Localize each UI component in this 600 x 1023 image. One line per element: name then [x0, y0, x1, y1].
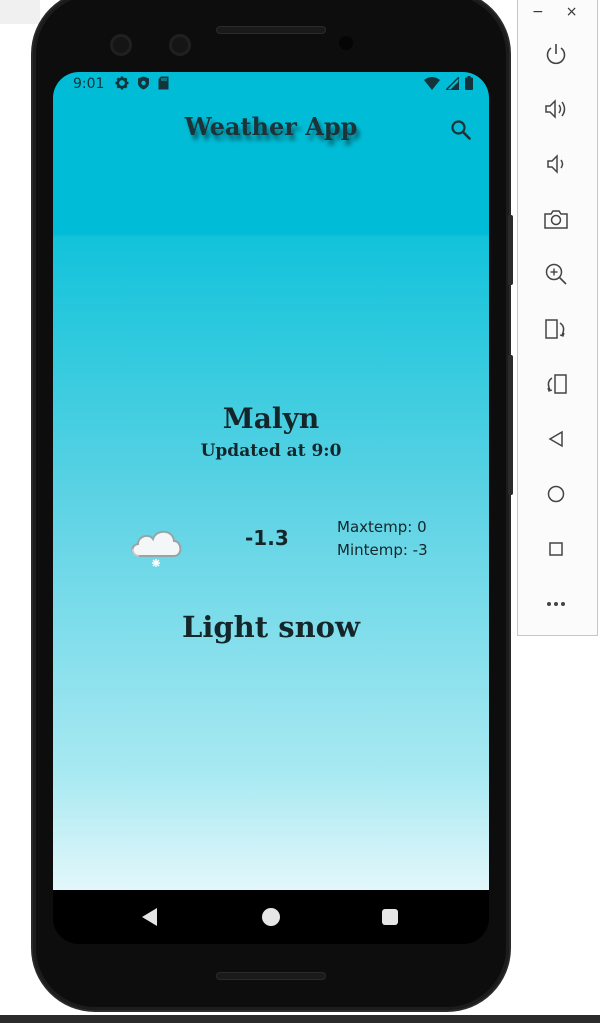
proximity-sensor [339, 36, 353, 50]
back-icon [548, 430, 563, 448]
close-button[interactable]: × [566, 4, 578, 20]
cloud-snow-icon [131, 530, 182, 567]
toolbar-overview-button[interactable] [538, 531, 574, 567]
camera-icon [544, 210, 568, 229]
rotate-right-button[interactable] [538, 366, 574, 402]
updated-time: Updated at 9:0 [200, 441, 342, 461]
city-name: Malyn [222, 402, 320, 435]
back-icon[interactable] [142, 908, 157, 926]
volume-up-button[interactable] [538, 91, 574, 127]
navigation-bar [53, 890, 489, 944]
max-temperature: Maxtemp: 0 [337, 518, 427, 536]
desktop-background [0, 0, 40, 24]
toolbar-home-button[interactable] [538, 476, 574, 512]
front-camera-2 [169, 34, 191, 56]
temperature: -1.3 [245, 526, 289, 550]
screenshot-button[interactable] [538, 201, 574, 237]
rotate-left-icon [545, 319, 565, 339]
weather-app: 9:01 Weather App Malyn Updated at 9:0 -1… [53, 72, 489, 890]
weather-description: Light snow [182, 610, 360, 644]
volume-side-button [508, 355, 513, 495]
shield-icon [138, 76, 149, 90]
status-bar: 9:01 [53, 72, 489, 98]
power-icon [546, 44, 566, 65]
rotate-right-icon [547, 374, 567, 394]
recents-icon[interactable] [382, 909, 398, 925]
taskbar-strip [0, 1015, 600, 1023]
status-time: 9:01 [73, 76, 105, 92]
volume-down-icon [547, 154, 564, 174]
volume-up-icon [545, 99, 566, 119]
volume-down-button[interactable] [538, 146, 574, 182]
overview-icon [549, 542, 563, 556]
battery-icon [465, 76, 473, 90]
toolbar-back-button[interactable] [538, 421, 574, 457]
search-icon[interactable] [449, 118, 473, 142]
power-side-button [508, 215, 513, 285]
rotate-left-button[interactable] [538, 311, 574, 347]
settings-icon [115, 76, 129, 90]
phone-frame: 9:01 Weather App Malyn Updated at 9:0 -1… [33, 0, 509, 1010]
more-icon [547, 602, 565, 606]
earpiece-speaker [216, 26, 326, 34]
home-icon [547, 485, 565, 503]
more-button[interactable] [538, 586, 574, 622]
min-temperature: Mintemp: -3 [337, 541, 428, 559]
phone-screen: 9:01 Weather App Malyn Updated at 9:0 -1… [53, 72, 489, 944]
minimize-button[interactable]: − [532, 4, 544, 20]
power-button[interactable] [538, 36, 574, 72]
app-title: Weather App [184, 112, 358, 141]
wifi-icon [424, 76, 440, 90]
home-icon[interactable] [262, 908, 280, 926]
zoom-button[interactable] [538, 256, 574, 292]
emulator-toolbar: − × [517, 0, 598, 636]
front-camera [110, 34, 132, 56]
bottom-speaker [216, 972, 326, 980]
sd-card-icon [158, 76, 169, 90]
zoom-icon [545, 263, 567, 285]
signal-icon [446, 76, 459, 90]
